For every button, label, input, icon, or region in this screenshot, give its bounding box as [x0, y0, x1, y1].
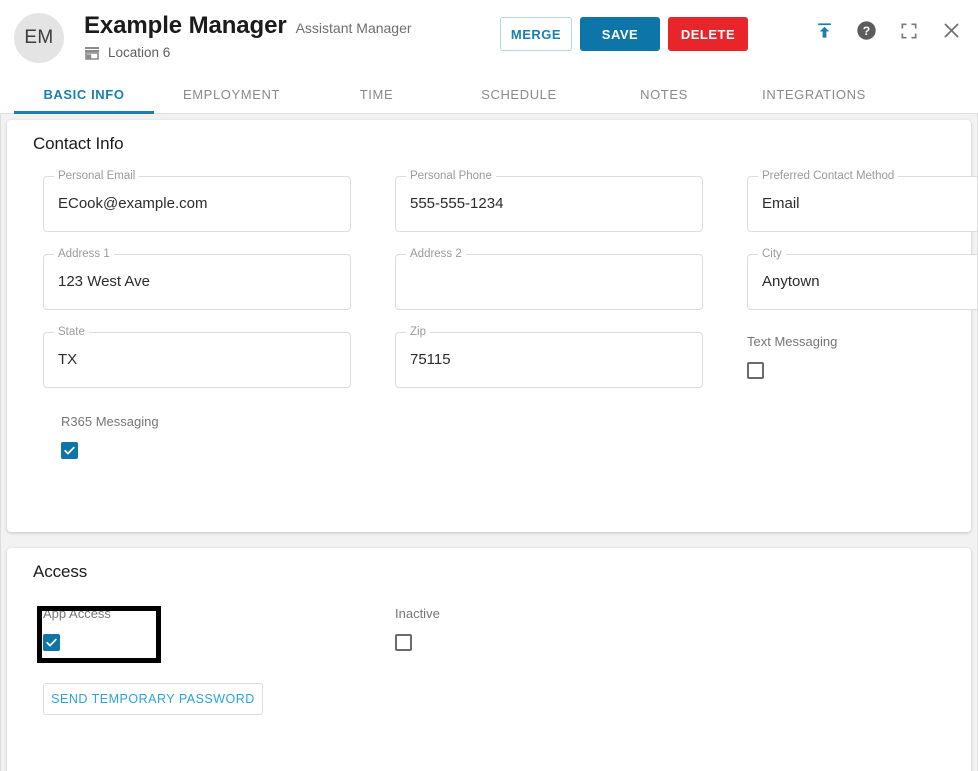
field-zip: Zip 75115: [395, 326, 703, 388]
field-personal-phone: Personal Phone 555-555-1234: [395, 170, 703, 232]
field-city: City Anytown: [747, 248, 977, 310]
field-text-messaging: Text Messaging: [747, 332, 977, 388]
state-input[interactable]: State TX: [43, 326, 351, 388]
field-app-access: App Access: [43, 606, 351, 651]
check-icon: [64, 446, 75, 455]
personal-phone-label: Personal Phone: [406, 170, 496, 183]
address2-label: Address 2: [406, 248, 466, 261]
access-card: Access App Access Inactive SEND TEMPORAR…: [7, 548, 971, 771]
access-form: App Access Inactive: [7, 582, 971, 673]
contact-info-title: Contact Info: [33, 134, 124, 153]
r365-messaging-checkbox[interactable]: [61, 442, 78, 459]
tab-time[interactable]: TIME: [309, 70, 444, 114]
field-personal-email: Personal Email ECook@example.com: [43, 170, 351, 232]
contact-info-form: Personal Email ECook@example.com Persona…: [7, 154, 977, 410]
field-address2: Address 2: [395, 248, 703, 310]
page-title: Example Manager: [84, 12, 287, 39]
field-preferred-contact-method: Preferred Contact Method Email: [747, 170, 977, 232]
header-action-buttons: MERGE SAVE DELETE: [500, 17, 748, 51]
tab-bar: BASIC INFO EMPLOYMENT TIME SCHEDULE NOTE…: [0, 70, 978, 114]
save-button[interactable]: SAVE: [580, 17, 660, 51]
tab-schedule[interactable]: SCHEDULE: [444, 70, 594, 114]
field-inactive: Inactive: [395, 606, 703, 651]
merge-button[interactable]: MERGE: [500, 17, 572, 51]
personal-email-label: Personal Email: [54, 170, 140, 183]
address2-input[interactable]: Address 2: [395, 248, 703, 310]
address1-value: 123 West Ave: [58, 273, 151, 290]
personal-email-input[interactable]: Personal Email ECook@example.com: [43, 170, 351, 232]
send-temporary-password-button[interactable]: SEND TEMPORARY PASSWORD: [43, 683, 263, 715]
zip-label: Zip: [406, 326, 430, 339]
inactive-checkbox[interactable]: [395, 634, 412, 651]
state-value: TX: [58, 351, 78, 368]
location-label: Location 6: [108, 45, 171, 60]
zip-value: 75115: [410, 351, 451, 368]
delete-button[interactable]: DELETE: [668, 17, 748, 51]
inactive-label: Inactive: [395, 606, 440, 621]
store-icon: [84, 46, 100, 60]
location-row: Location 6: [84, 45, 412, 60]
zip-input[interactable]: Zip 75115: [395, 326, 703, 388]
personal-phone-value: 555-555-1234: [410, 195, 504, 212]
close-icon[interactable]: [941, 20, 962, 41]
personal-phone-input[interactable]: Personal Phone 555-555-1234: [395, 170, 703, 232]
field-address1: Address 1 123 West Ave: [43, 248, 351, 310]
tab-employment[interactable]: EMPLOYMENT: [154, 70, 309, 114]
preferred-contact-method-select[interactable]: Preferred Contact Method Email: [747, 170, 977, 232]
title-row: Example Manager Assistant Manager: [84, 12, 412, 40]
text-messaging-checkbox[interactable]: [747, 362, 764, 379]
city-value: Anytown: [762, 273, 820, 290]
city-input[interactable]: City Anytown: [747, 248, 977, 310]
publish-icon[interactable]: [815, 21, 834, 40]
employee-detail-window: EM Example Manager Assistant Manager Loc…: [0, 0, 978, 771]
address1-label: Address 1: [54, 248, 114, 261]
field-r365-messaging: R365 Messaging: [7, 410, 971, 459]
app-access-label: App Access: [43, 606, 111, 621]
address1-input[interactable]: Address 1 123 West Ave: [43, 248, 351, 310]
fullscreen-icon[interactable]: [899, 21, 919, 41]
r365-messaging-label: R365 Messaging: [61, 414, 159, 429]
header: EM Example Manager Assistant Manager Loc…: [0, 0, 978, 70]
app-access-checkbox[interactable]: [43, 634, 60, 651]
help-icon[interactable]: ?: [856, 20, 877, 41]
tab-integrations[interactable]: INTEGRATIONS: [734, 70, 894, 114]
avatar: EM: [14, 13, 64, 63]
tab-basic-info[interactable]: BASIC INFO: [14, 70, 154, 114]
employee-role: Assistant Manager: [295, 20, 412, 36]
contact-info-card: Contact Info Personal Email ECook@exampl…: [7, 120, 977, 532]
content-area: Contact Info Personal Email ECook@exampl…: [0, 114, 978, 771]
check-icon: [46, 638, 57, 647]
svg-text:?: ?: [863, 24, 870, 38]
field-state: State TX: [43, 326, 351, 388]
state-label: State: [54, 326, 89, 339]
access-title: Access: [33, 562, 88, 581]
city-label: City: [758, 248, 786, 261]
header-icon-group: ?: [815, 20, 962, 41]
preferred-contact-method-label: Preferred Contact Method: [758, 170, 899, 183]
tab-notes[interactable]: NOTES: [594, 70, 734, 114]
personal-email-value: ECook@example.com: [58, 195, 208, 212]
preferred-contact-method-value: Email: [762, 195, 800, 212]
text-messaging-label: Text Messaging: [747, 334, 838, 349]
title-block: Example Manager Assistant Manager Locati…: [84, 10, 412, 60]
